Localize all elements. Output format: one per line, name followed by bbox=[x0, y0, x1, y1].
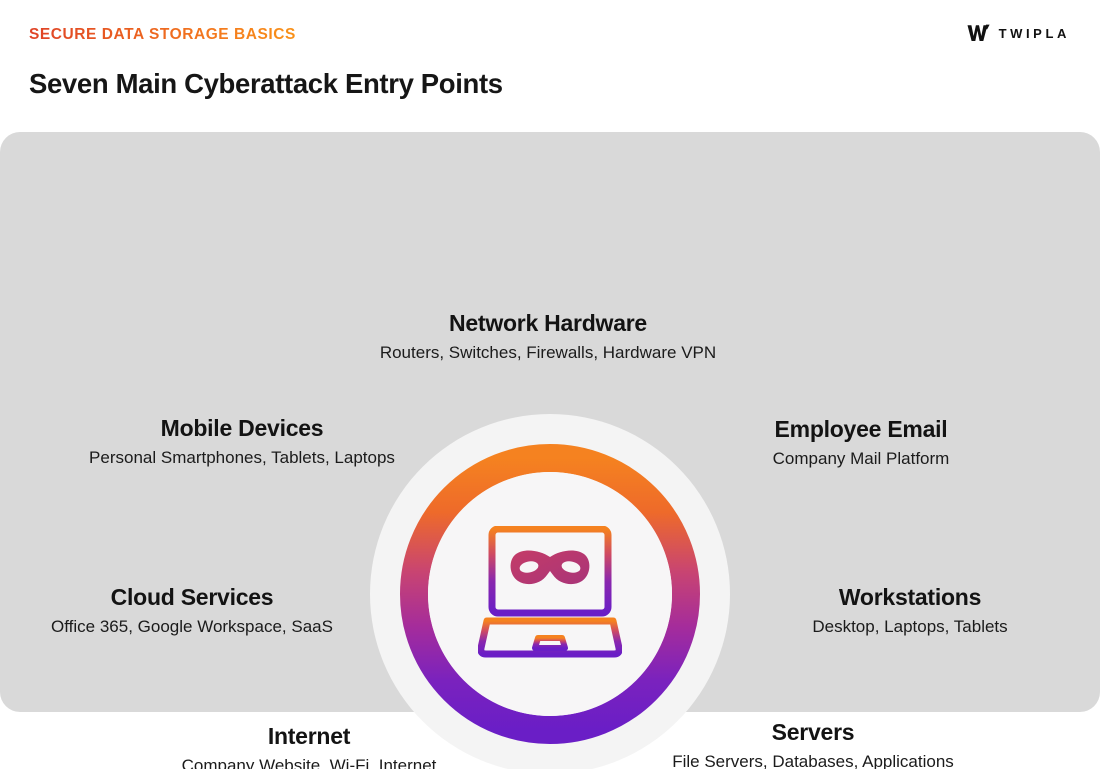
entry-title: Network Hardware bbox=[449, 310, 647, 336]
entry-title: Employee Email bbox=[774, 416, 948, 442]
entry-desc: File Servers, Databases, Applications bbox=[672, 752, 954, 769]
diagram-panel: Network Hardware Routers, Switches, Fire… bbox=[0, 132, 1100, 769]
infographic-page: SECURE DATA STORAGE BASICS Seven Main Cy… bbox=[0, 0, 1100, 769]
entry-title: Servers bbox=[771, 719, 855, 745]
twipla-w-mark-icon bbox=[967, 24, 990, 41]
laptop-with-mask-icon bbox=[478, 526, 622, 658]
entry-desc: Routers, Switches, Firewalls, Hardware V… bbox=[379, 343, 717, 363]
entry-point-network-hardware: Network Hardware Routers, Switches, Fire… bbox=[248, 310, 848, 365]
entry-point-mobile-devices: Mobile Devices Personal Smartphones, Tab… bbox=[61, 415, 423, 470]
page-title: Seven Main Cyberattack Entry Points bbox=[29, 68, 503, 99]
entry-point-cloud-services: Cloud Services Office 365, Google Worksp… bbox=[27, 584, 357, 639]
entry-desc: Office 365, Google Workspace, SaaS bbox=[51, 617, 333, 637]
entry-desc: Company Website, Wi-Fi, Internet Service bbox=[181, 756, 437, 769]
entry-point-employee-email: Employee Email Company Mail Platform bbox=[700, 416, 1022, 471]
brand-logo-text: TWIPLA bbox=[998, 25, 1070, 41]
eyebrow-label: SECURE DATA STORAGE BASICS bbox=[29, 26, 296, 43]
entry-desc: Company Mail Platform bbox=[772, 449, 950, 469]
entry-title: Internet bbox=[267, 723, 351, 749]
center-graphic bbox=[370, 414, 730, 769]
entry-desc: Desktop, Laptops, Tablets bbox=[812, 617, 1008, 637]
entry-title: Cloud Services bbox=[110, 584, 274, 610]
page-header: SECURE DATA STORAGE BASICS Seven Main Cy… bbox=[0, 0, 1100, 132]
entry-point-servers: Servers File Servers, Databases, Applica… bbox=[672, 719, 954, 769]
entry-title: Workstations bbox=[838, 584, 982, 610]
entry-point-internet: Internet Company Website, Wi-Fi, Interne… bbox=[166, 723, 452, 769]
entry-desc: Personal Smartphones, Tablets, Laptops bbox=[89, 448, 395, 468]
entry-point-workstations: Workstations Desktop, Laptops, Tablets bbox=[745, 584, 1075, 639]
brand-logo: TWIPLA bbox=[967, 24, 1070, 42]
entry-title: Mobile Devices bbox=[160, 415, 324, 441]
